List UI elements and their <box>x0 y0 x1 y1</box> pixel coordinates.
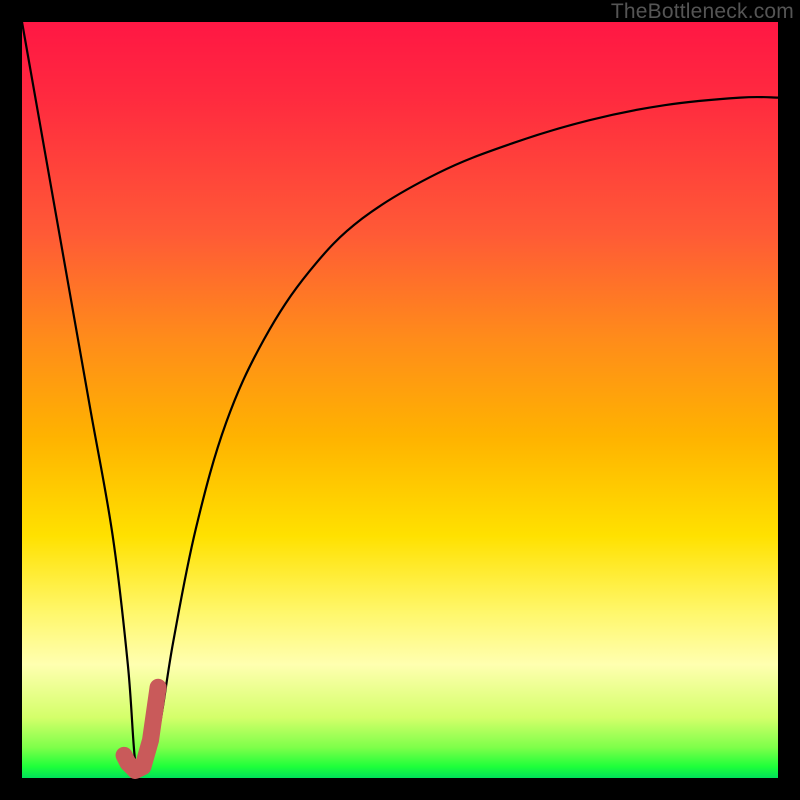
curve-layer <box>22 22 778 778</box>
chart-frame: TheBottleneck.com <box>0 0 800 800</box>
optimal-marker <box>124 687 158 770</box>
plot-area <box>22 22 778 778</box>
watermark-text: TheBottleneck.com <box>611 0 794 24</box>
bottleneck-curve <box>22 22 778 776</box>
